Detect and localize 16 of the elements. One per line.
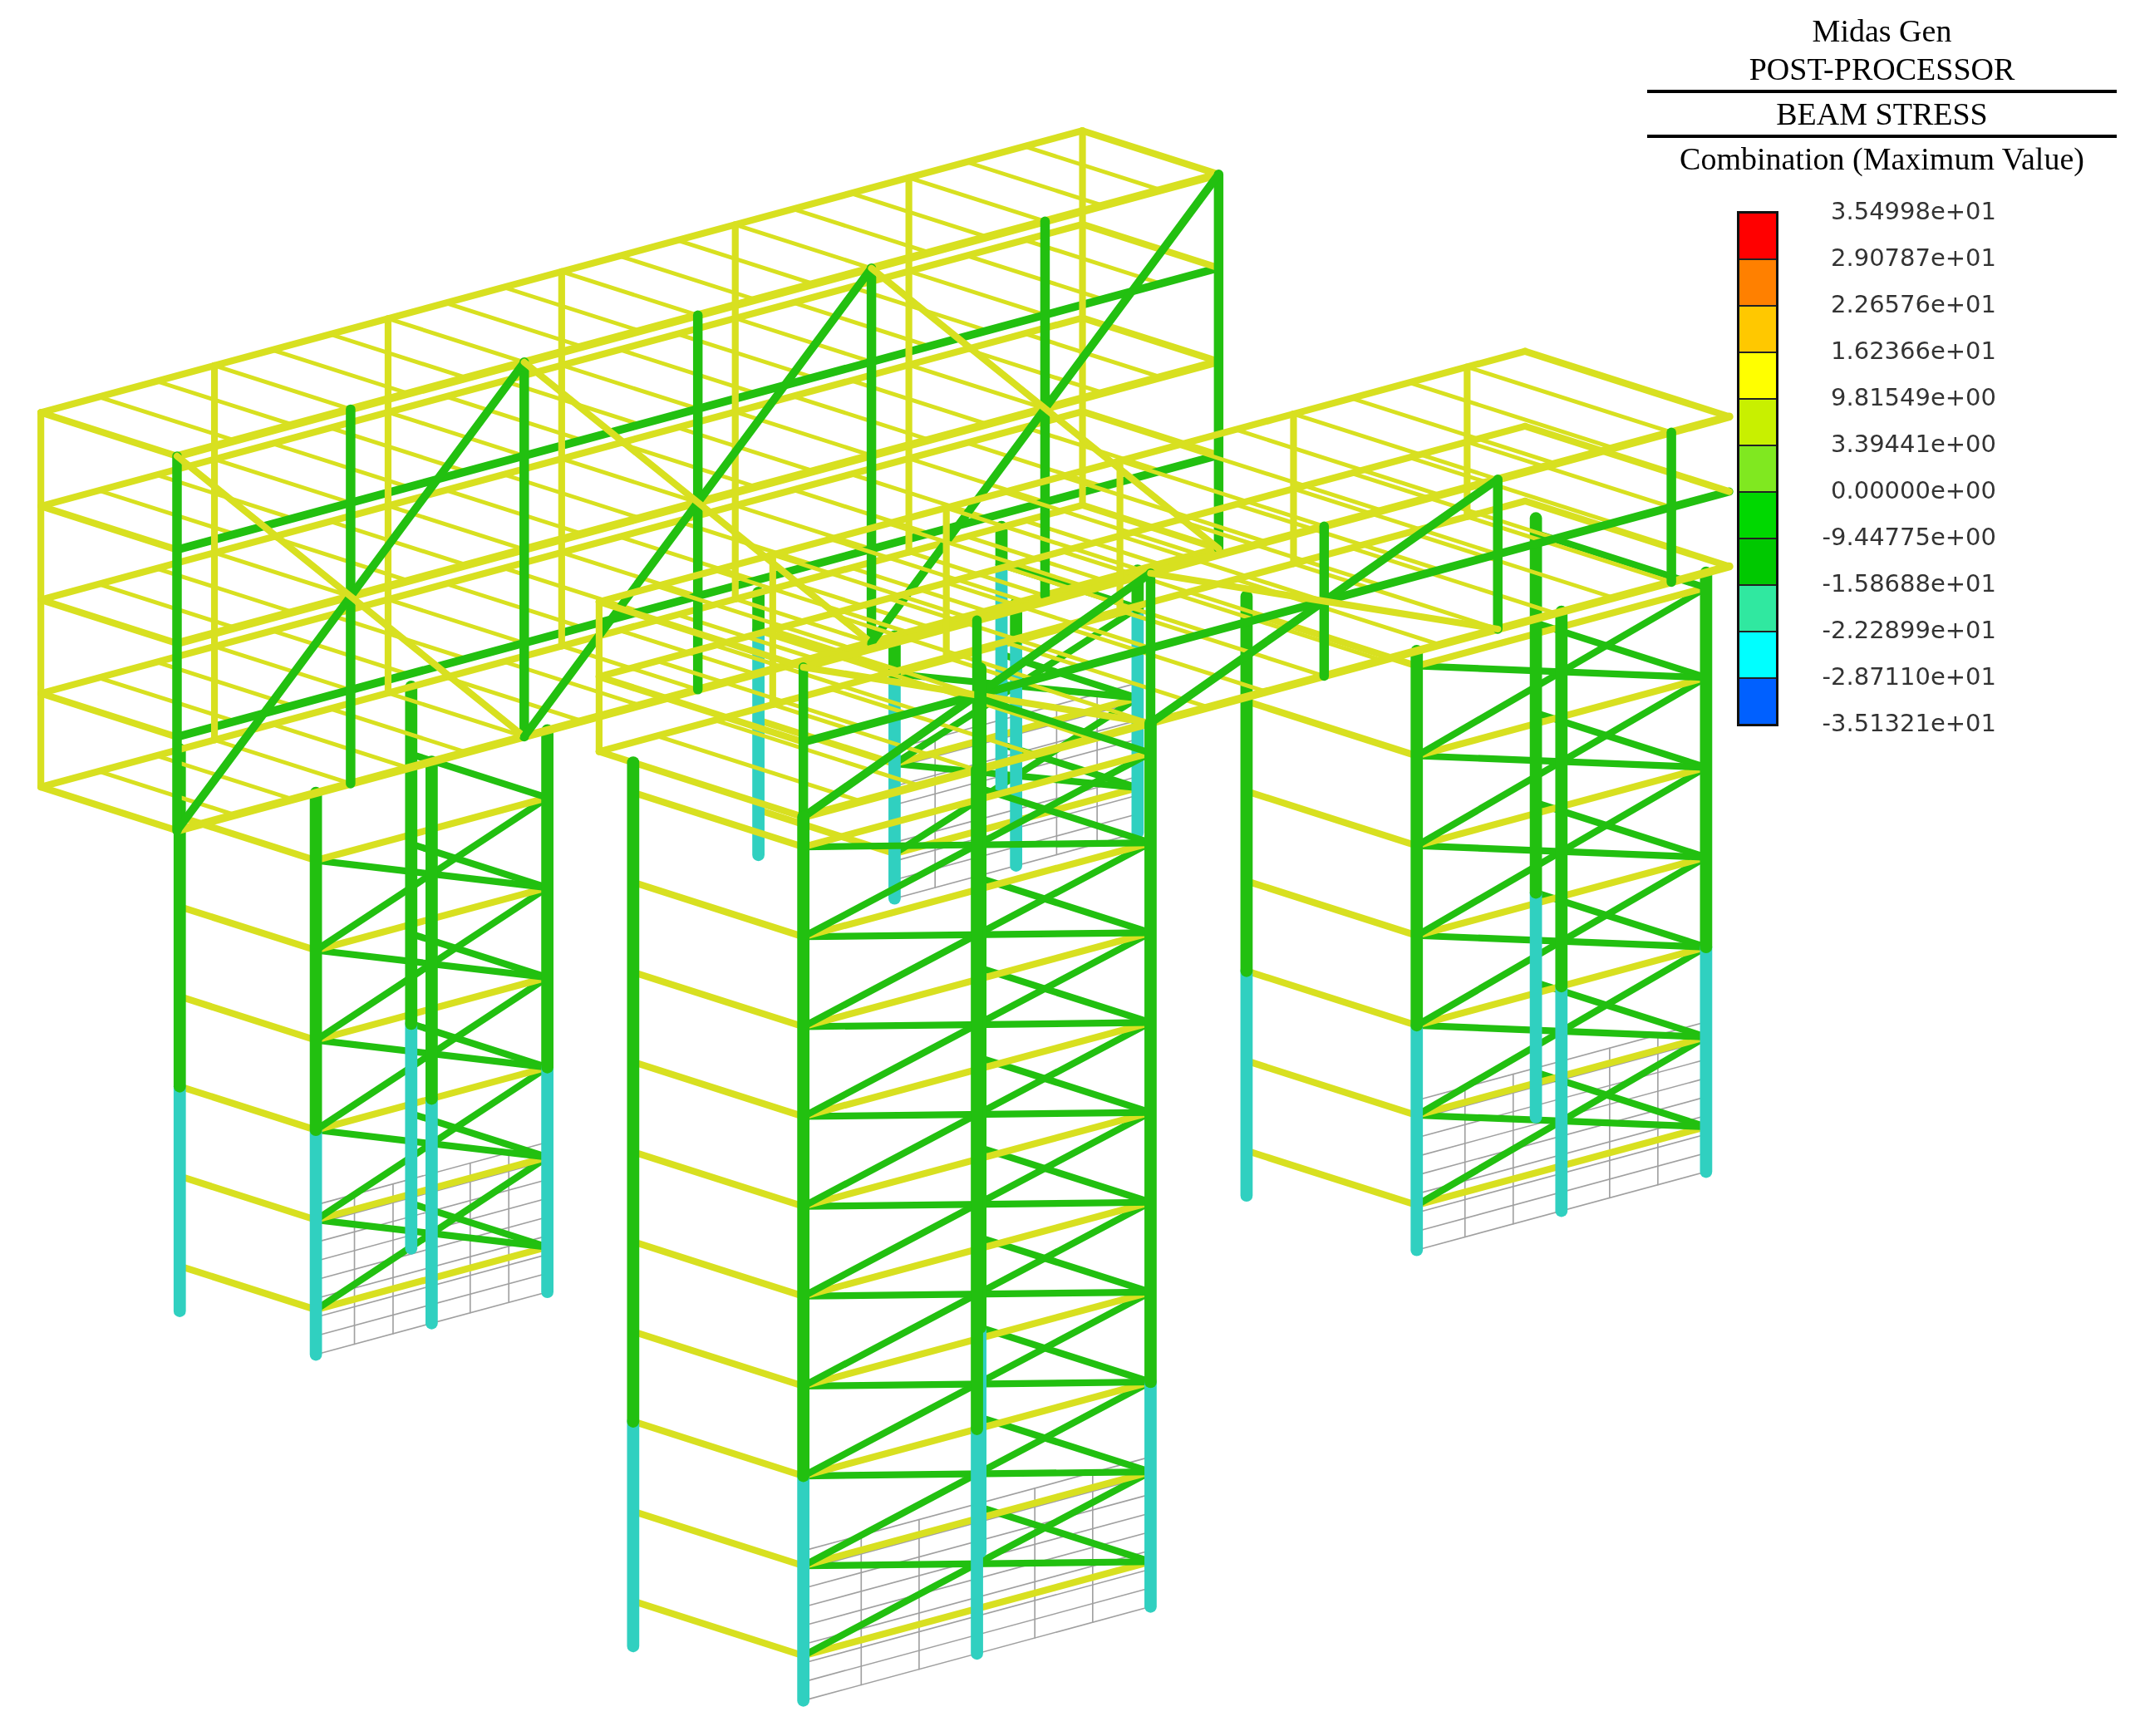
scale-value: 3.54998e+01	[1830, 196, 1996, 227]
scale-value: -9.44775e+00	[1821, 522, 1996, 553]
scale-value: 2.90787e+01	[1830, 243, 1996, 273]
scale-value: -2.22899e+01	[1821, 615, 1996, 646]
scale-value: -2.87110e+01	[1821, 661, 1996, 692]
scale-value: 1.62366e+01	[1830, 336, 1996, 366]
load-case-title: Combination (Maximum Value)	[1679, 140, 2085, 178]
scale-value: 3.39441e+00	[1830, 429, 1996, 460]
result-title: BEAM STRESS	[1775, 96, 1989, 133]
scale-value: 0.00000e+00	[1830, 475, 1996, 506]
mode-title: POST-PROCESSOR	[1748, 51, 2016, 88]
scale-value: 2.26576e+01	[1830, 289, 1996, 320]
scale-value: -3.51321e+01	[1821, 708, 1996, 739]
scale-value: 9.81549e+00	[1830, 382, 1996, 413]
program-name: Midas Gen	[1811, 12, 1953, 50]
scale-value: -1.58688e+01	[1821, 568, 1996, 599]
